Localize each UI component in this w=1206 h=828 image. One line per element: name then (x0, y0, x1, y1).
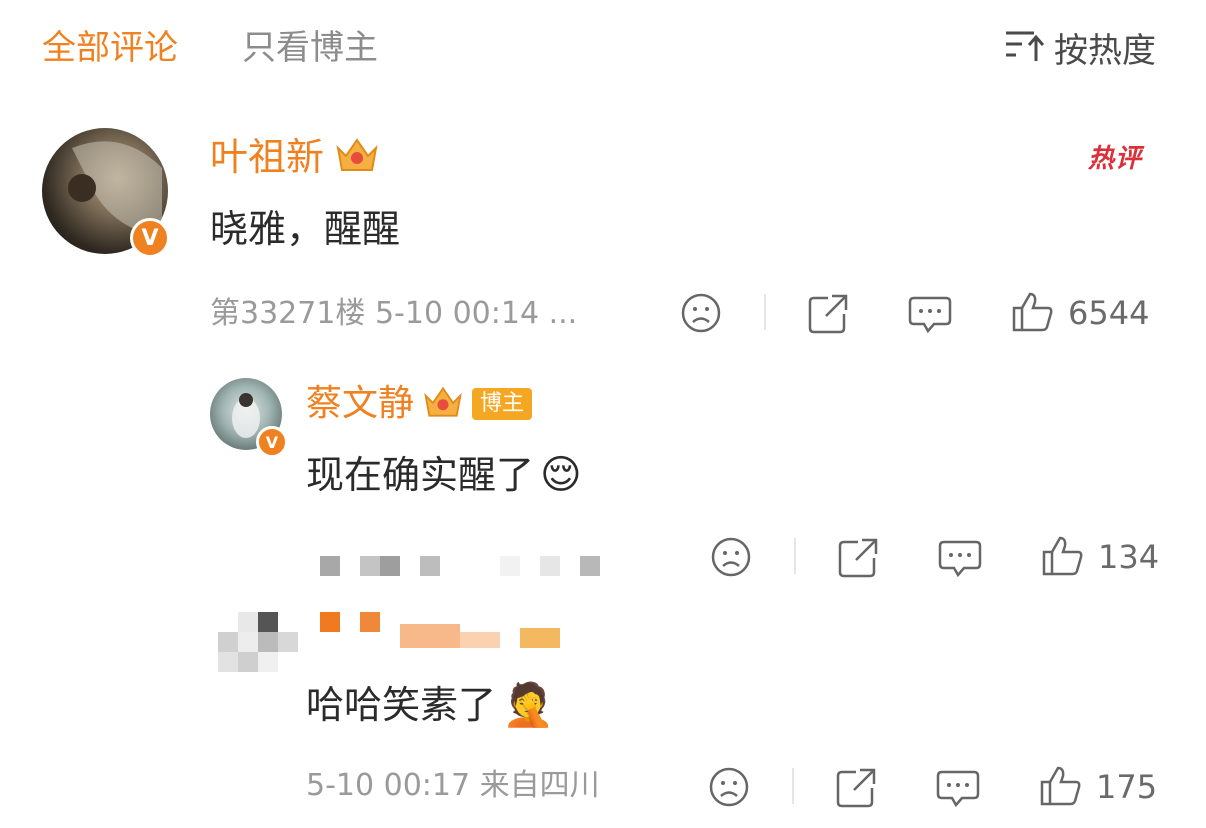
sort-label: 按热度 (1054, 30, 1156, 71)
hot-comment-badge: 热评 (1088, 144, 1143, 174)
like-button[interactable]: 175 (1038, 764, 1157, 810)
dislike-icon[interactable] (710, 536, 752, 582)
tab-all-comments[interactable]: 全部评论 (42, 28, 178, 68)
sort-icon (1004, 28, 1045, 73)
comment-username[interactable]: 叶祖新 (210, 135, 324, 179)
crown-icon (334, 134, 380, 180)
crown-icon (422, 382, 464, 426)
divider (792, 768, 794, 804)
like-button[interactable]: 6544 (1010, 290, 1149, 336)
thumbs-up-icon (1010, 290, 1054, 336)
share-icon[interactable] (834, 766, 878, 812)
comment-icon[interactable] (908, 294, 952, 338)
divider (764, 294, 766, 330)
dislike-icon[interactable] (680, 292, 722, 338)
thumbs-up-icon (1040, 534, 1084, 580)
reply-text: 现在确实醒了 (306, 453, 535, 497)
like-count: 175 (1096, 768, 1158, 806)
like-count: 134 (1098, 538, 1160, 576)
dislike-icon[interactable] (708, 766, 750, 812)
reply-meta: 5-10 00:17 来自四川 (306, 768, 600, 803)
like-count: 6544 (1068, 294, 1150, 332)
share-icon[interactable] (836, 536, 880, 582)
comment-icon[interactable] (936, 768, 980, 812)
host-badge: 博主 (472, 388, 533, 420)
comment-icon[interactable] (938, 538, 982, 582)
tab-host-only[interactable]: 只看博主 (242, 28, 378, 68)
like-button[interactable]: 134 (1040, 534, 1159, 580)
obscured-username (320, 612, 560, 652)
sort-button[interactable]: 按热度 (1004, 28, 1156, 73)
reply-username[interactable]: 蔡文静 (306, 382, 414, 426)
facepalm-emoji-icon: 🤦 (502, 680, 555, 729)
comment-text: 晓雅，醒醒 (210, 207, 401, 251)
relieved-emoji-icon: 😌 (540, 452, 582, 498)
divider (794, 538, 796, 574)
avatar[interactable] (218, 612, 298, 682)
thumbs-up-icon (1038, 764, 1082, 810)
comment-meta: 第33271楼 5-10 00:14 ... (210, 296, 578, 331)
verified-badge: V (256, 426, 288, 458)
obscured-meta (320, 556, 610, 576)
reply-text: 哈哈笑素了 (306, 683, 497, 727)
share-icon[interactable] (806, 292, 850, 338)
verified-badge: V (130, 218, 170, 258)
